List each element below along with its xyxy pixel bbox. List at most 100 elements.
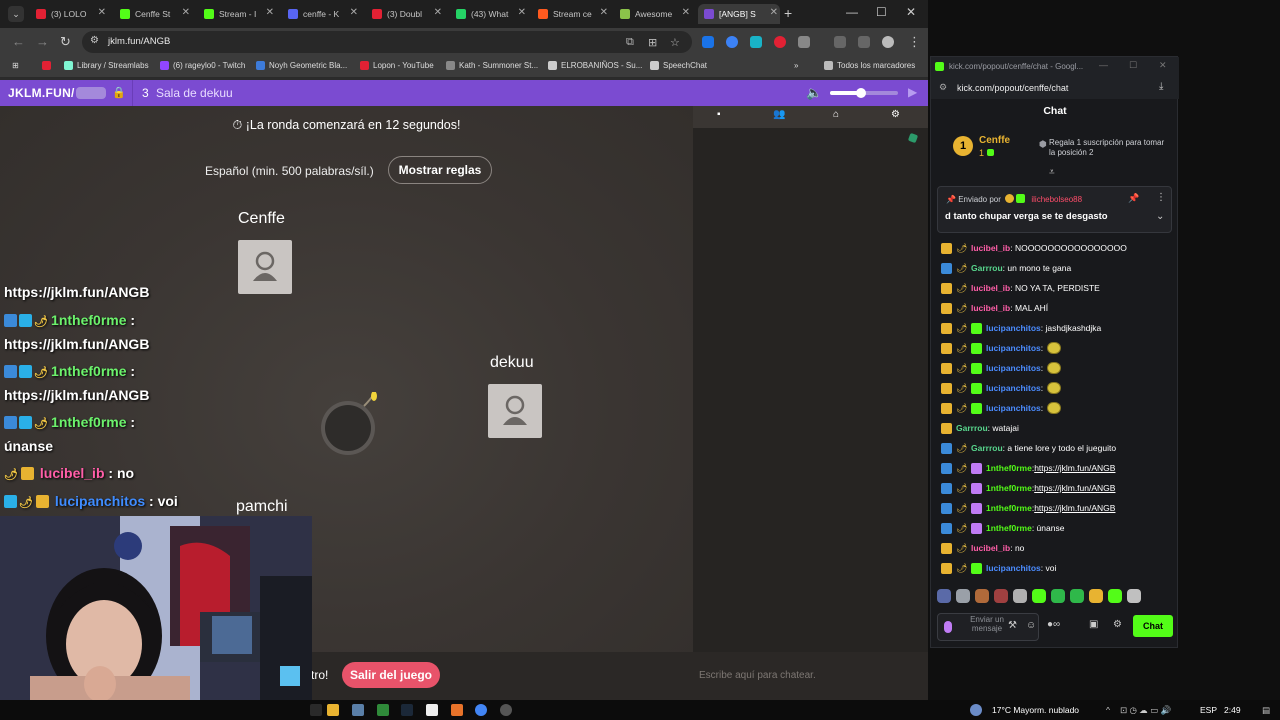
emote-icon[interactable]: [1089, 589, 1103, 603]
app-icon[interactable]: [377, 704, 389, 716]
chat-username[interactable]: 1nthef0rme: [986, 503, 1032, 513]
file-explorer-icon[interactable]: [327, 704, 339, 716]
store-icon[interactable]: ▣: [1089, 619, 1098, 630]
bookmark-star-icon[interactable]: ☆: [670, 36, 680, 49]
chat-message[interactable]: 🌶 lucipanchitos:: [941, 381, 1062, 395]
more-bookmarks-chevron-icon[interactable]: »: [794, 61, 798, 70]
chrome-icon[interactable]: [475, 704, 487, 716]
mic-icon[interactable]: [944, 621, 952, 633]
chat-username[interactable]: lucibel_ib: [971, 303, 1010, 313]
app-icon[interactable]: [426, 704, 438, 716]
address-bar[interactable]: ⚙ jklm.fun/ANGB ⧉ ⊞ ☆: [82, 31, 692, 53]
pin-icon[interactable]: 📌: [1128, 193, 1139, 204]
extension-icon[interactable]: [750, 36, 762, 48]
bookmark-item[interactable]: (6) rageylo0 - Twitch: [160, 61, 245, 70]
tab[interactable]: Stream ce ✕: [532, 4, 610, 24]
emote-icon[interactable]: [1013, 589, 1027, 603]
leave-game-button[interactable]: Salir del juego: [342, 662, 440, 688]
app-icon[interactable]: [352, 704, 364, 716]
chat-message[interactable]: 🌶 Garrrou: a tiene lore y todo el jueguit…: [941, 441, 1116, 455]
chat-message[interactable]: 🌶 lucipanchitos: voi: [941, 561, 1056, 575]
chat-username[interactable]: 1nthef0rme: [986, 463, 1032, 473]
close-tab-icon[interactable]: ✕: [98, 7, 106, 18]
close-tab-icon[interactable]: ✕: [266, 7, 274, 18]
sub-leaderboard[interactable]: 1 Cenffe 1 ⬢ Regala 1 suscripción para t…: [953, 133, 1164, 163]
show-rules-button[interactable]: Mostrar reglas: [388, 156, 492, 184]
app-icon[interactable]: [310, 704, 322, 716]
chat-link[interactable]: https://jklm.fun/ANGB: [1034, 503, 1115, 513]
bookmark-item[interactable]: Noyh Geometric Bla...: [256, 61, 347, 70]
site-info-icon[interactable]: ⚙: [90, 35, 99, 46]
extensions-puzzle-icon[interactable]: [798, 36, 810, 48]
emote-icon[interactable]: [1032, 589, 1046, 603]
language-indicator[interactable]: ESP: [1200, 705, 1217, 715]
clock[interactable]: 2:49: [1224, 705, 1241, 715]
app-icon[interactable]: [451, 704, 463, 716]
extension-icon[interactable]: [726, 36, 738, 48]
menu-kebab-icon[interactable]: ⋮: [1156, 192, 1166, 203]
tab[interactable]: (43) What ✕: [450, 4, 528, 24]
chat-username[interactable]: lucipanchitos: [986, 403, 1041, 413]
tray-icons[interactable]: ⊡ ◷ ☁ ▭ 🔊: [1120, 705, 1171, 716]
send-chat-button[interactable]: Chat: [1133, 615, 1173, 637]
command-icon[interactable]: ⚒: [1008, 620, 1017, 631]
chat-username[interactable]: Garrrou: [971, 263, 1003, 273]
maximize-button[interactable]: ☐: [1129, 60, 1137, 71]
reading-list-icon[interactable]: [858, 36, 870, 48]
chat-message[interactable]: 🌶 1nthef0rme: https://jklm.fun/ANGB: [941, 501, 1115, 515]
apps-grid-icon[interactable]: ⊞: [12, 61, 19, 70]
tab[interactable]: Awesome ✕: [614, 4, 692, 24]
profile-avatar[interactable]: [882, 36, 894, 48]
bookmark-item[interactable]: Lopon - YouTube: [360, 61, 434, 70]
new-tab-button[interactable]: +: [784, 5, 792, 21]
all-bookmarks-folder[interactable]: Todos los marcadores: [824, 61, 915, 70]
close-tab-icon[interactable]: ✕: [350, 7, 358, 18]
close-tab-icon[interactable]: ✕: [600, 7, 608, 18]
emote-icon[interactable]: [1127, 589, 1141, 603]
tab[interactable]: Stream - I ✕: [198, 4, 276, 24]
download-icon[interactable]: ⤓: [1159, 81, 1163, 92]
emote-icon[interactable]: [1108, 589, 1122, 603]
chat-message[interactable]: 🌶 Garrrou: un mono te gana: [941, 261, 1071, 275]
chevron-down-icon[interactable]: ⌄: [1156, 211, 1164, 222]
emote-icon[interactable]: [1051, 589, 1065, 603]
jklm-brand[interactable]: JKLM.FUN/: [8, 86, 75, 100]
emote-icon[interactable]: [937, 589, 951, 603]
chat-link[interactable]: https://jklm.fun/ANGB: [1034, 483, 1115, 493]
bookmark-item[interactable]: Library / Streamlabs: [64, 61, 149, 70]
close-tab-icon[interactable]: ✕: [682, 7, 690, 18]
bookmark-item[interactable]: [42, 61, 55, 70]
volume-slider[interactable]: [830, 88, 898, 98]
emote-icon[interactable]: [956, 589, 970, 603]
volume-icon[interactable]: 🔈: [806, 85, 822, 101]
chevron-down-icon[interactable]: ⩡: [1049, 167, 1055, 178]
notifications-icon[interactable]: ▤: [1262, 705, 1270, 716]
emote-icon[interactable]: [1070, 589, 1084, 603]
collapse-sidebar-icon[interactable]: ▶: [908, 85, 917, 99]
tab[interactable]: [ANGB] S ✕: [698, 4, 780, 24]
chat-message[interactable]: 🌶 1nthef0rme: https://jklm.fun/ANGB: [941, 481, 1115, 495]
menu-kebab-icon[interactable]: ⋮: [908, 34, 921, 50]
close-tab-icon[interactable]: ✕: [518, 7, 526, 18]
pinned-message[interactable]: 📌 Enviado por ilichebolseo88 📌 ⋮ d tanto…: [937, 186, 1172, 233]
close-tab-icon[interactable]: ✕: [434, 7, 442, 18]
chat-message[interactable]: 🌶 lucibel_ib: MAL AHÍ: [941, 301, 1048, 315]
minimize-button[interactable]: —: [846, 5, 858, 19]
chat-username[interactable]: 1nthef0rme: [986, 483, 1032, 493]
install-icon[interactable]: ⧉: [626, 36, 634, 49]
forward-button[interactable]: →: [36, 34, 49, 49]
bookmark-item[interactable]: SpeechChat: [650, 61, 707, 70]
chat-username[interactable]: lucipanchitos: [986, 343, 1041, 353]
tab-search-button[interactable]: ⌄: [8, 6, 24, 22]
chat-message[interactable]: 🌶 lucipanchitos: jashdjkashdjka: [941, 321, 1101, 335]
close-window-button[interactable]: ✕: [1159, 60, 1167, 71]
tray-chevron-icon[interactable]: ^: [1106, 705, 1110, 715]
close-tab-icon[interactable]: ✕: [182, 7, 190, 18]
chat-username[interactable]: lucibel_ib: [971, 543, 1010, 553]
minimize-button[interactable]: —: [1099, 60, 1108, 70]
maximize-button[interactable]: ☐: [876, 5, 887, 19]
chat-message[interactable]: 🌶 1nthef0rme: únanse: [941, 521, 1064, 535]
tab[interactable]: (3) LOLO ✕: [30, 4, 108, 24]
app-icon[interactable]: [500, 704, 512, 716]
tab-players-icon[interactable]: 👥: [773, 109, 785, 120]
